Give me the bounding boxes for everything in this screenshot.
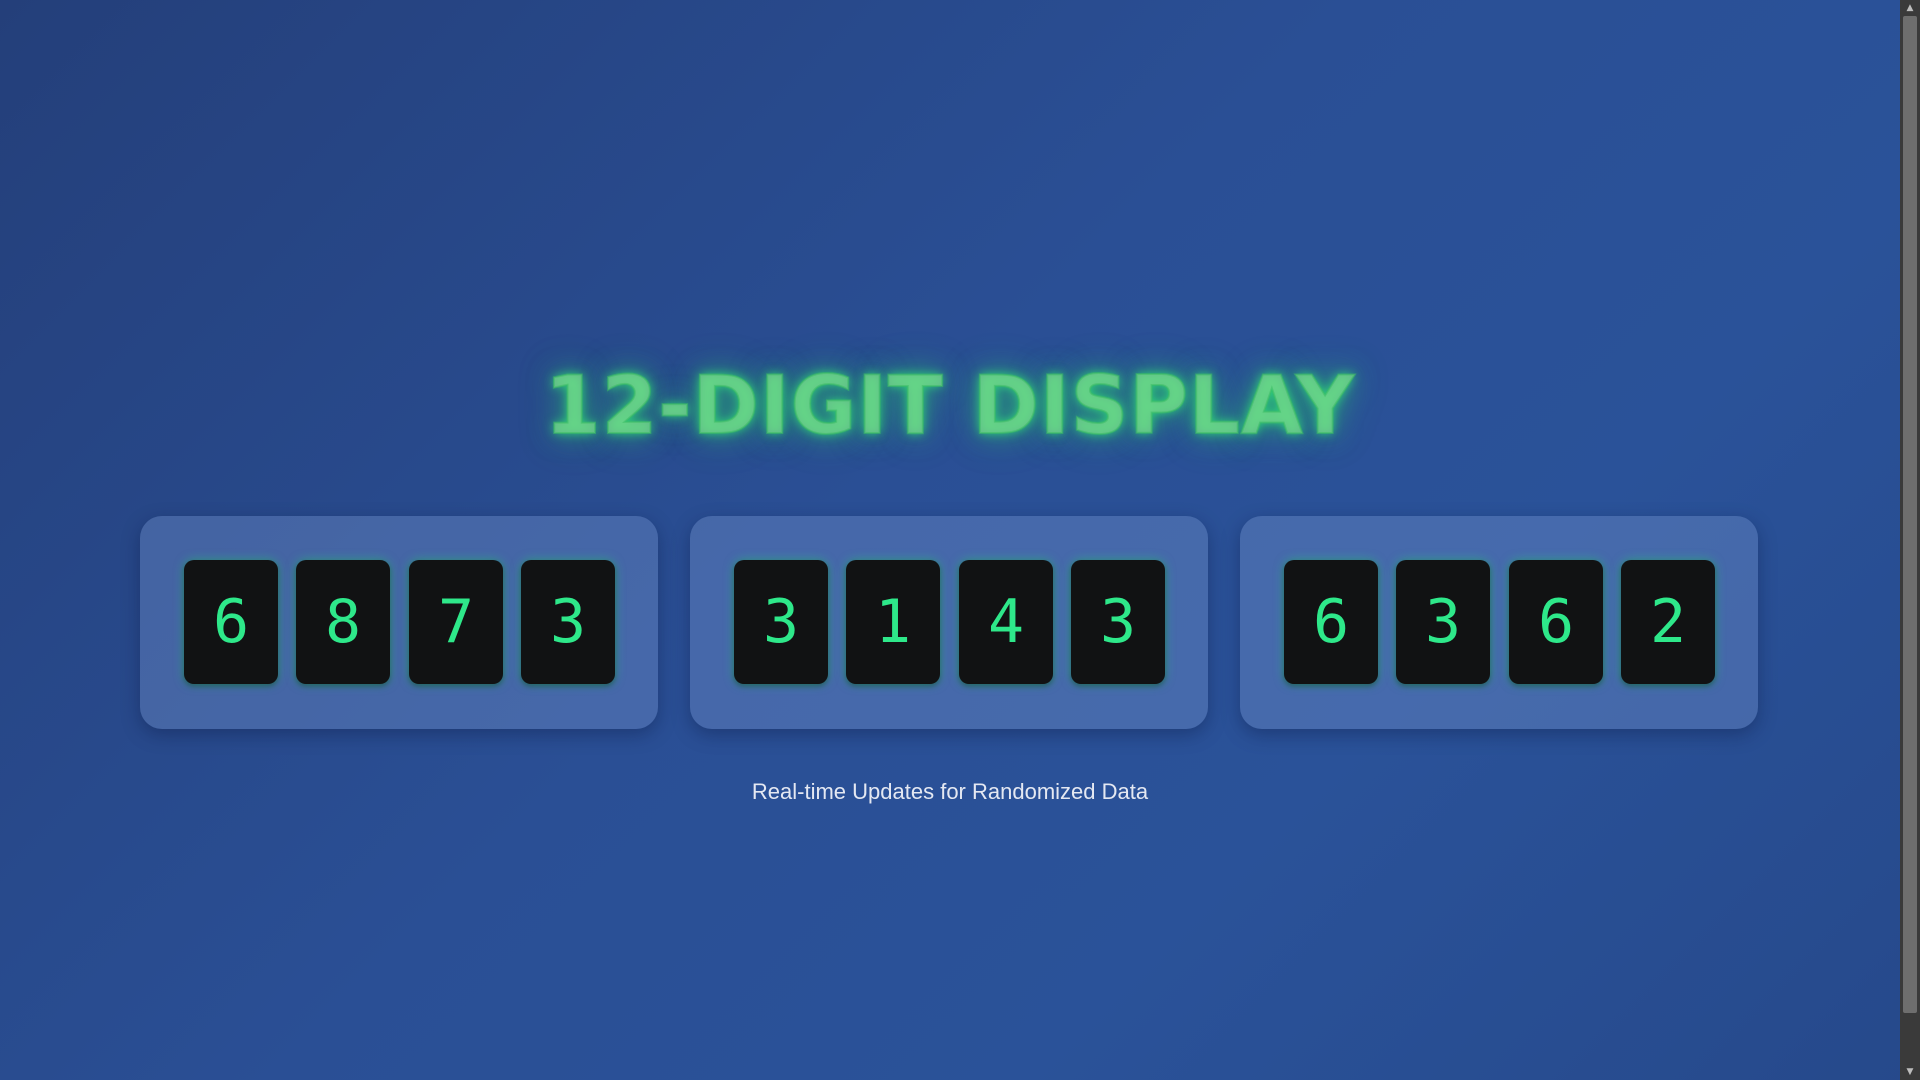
digit-tile: 6 [184,560,278,684]
digit-tile: 6 [1509,560,1603,684]
digit-tile: 6 [1284,560,1378,684]
chevron-down-icon[interactable]: ▼ [1900,1064,1920,1080]
digit-tile: 3 [1396,560,1490,684]
digit-tile: 7 [409,560,503,684]
digit-group-1: 6 8 7 3 [140,516,658,729]
digit-group-2: 3 1 4 3 [690,516,1208,729]
digit-group-3: 6 3 6 2 [1240,516,1758,729]
digit-groups: 6 8 7 3 3 1 4 3 6 3 6 2 [140,516,1760,729]
digit-tile: 3 [734,560,828,684]
digit-tile: 1 [846,560,940,684]
page-title: 12-DIGIT DISPLAY [544,358,1356,453]
page-subtitle: Real-time Updates for Randomized Data [751,779,1149,804]
digit-tile: 3 [1071,560,1165,684]
scrollbar-thumb[interactable] [1903,16,1917,1013]
digit-tile: 2 [1621,560,1715,684]
page-viewport: 12-DIGIT DISPLAY 6 8 7 3 3 1 4 3 6 3 6 2… [0,0,1900,1080]
digit-tile: 4 [959,560,1053,684]
chevron-up-icon[interactable]: ▲ [1900,0,1920,16]
digit-tile: 3 [521,560,615,684]
vertical-scrollbar[interactable]: ▲ ▼ [1900,0,1920,1080]
digit-tile: 8 [296,560,390,684]
